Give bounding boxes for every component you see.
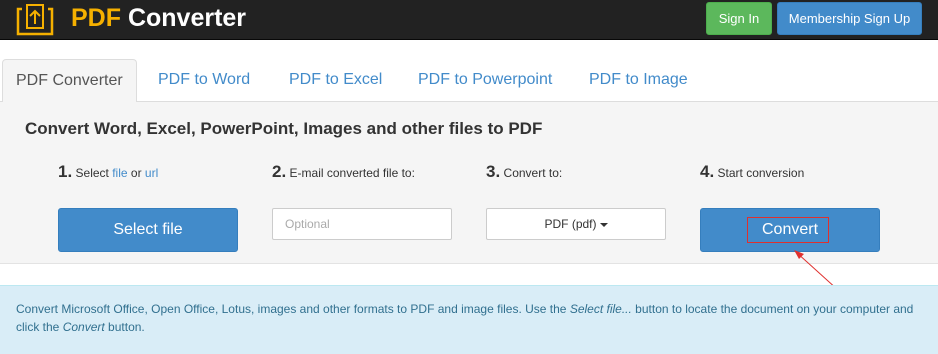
tab-pdf-to-word[interactable]: PDF to Word bbox=[158, 59, 250, 102]
brand-prefix: PDF bbox=[71, 4, 121, 32]
select-file-button[interactable]: Select file bbox=[58, 208, 238, 252]
select-url-link[interactable]: url bbox=[145, 166, 158, 180]
step-2-label: 2. E-mail converted file to: bbox=[272, 162, 415, 182]
email-field[interactable] bbox=[272, 208, 452, 240]
membership-sign-up-button[interactable]: Membership Sign Up bbox=[777, 2, 922, 35]
select-file-link[interactable]: file bbox=[112, 166, 127, 180]
tab-pdf-to-image[interactable]: PDF to Image bbox=[589, 59, 688, 102]
info-emphasis-convert: Convert bbox=[62, 320, 105, 334]
step-3-label: 3. Convert to: bbox=[486, 162, 562, 182]
convert-button[interactable]: Convert bbox=[700, 208, 880, 252]
format-selected-value: PDF (pdf) bbox=[544, 217, 597, 231]
converter-panel: Convert Word, Excel, PowerPoint, Images … bbox=[0, 102, 938, 264]
panel-title: Convert Word, Excel, PowerPoint, Images … bbox=[25, 119, 543, 138]
step-1-label: 1. Select file or url bbox=[58, 162, 158, 182]
step-text: Start conversion bbox=[717, 166, 805, 180]
step-text: E-mail converted file to: bbox=[289, 166, 415, 180]
info-text: button. bbox=[104, 320, 145, 334]
top-navbar: PDF Converter Sign In Membership Sign Up bbox=[0, 0, 938, 40]
converter-tabs: PDF Converter PDF to Word PDF to Excel P… bbox=[0, 59, 938, 103]
step-number: 2. bbox=[272, 162, 287, 181]
info-emphasis-select-file: Select file... bbox=[569, 302, 632, 316]
step-4-label: 4. Start conversion bbox=[700, 162, 804, 182]
step-number: 3. bbox=[486, 162, 501, 181]
step-text: Convert to: bbox=[503, 166, 563, 180]
tab-pdf-converter[interactable]: PDF Converter bbox=[2, 59, 137, 103]
info-alert: Convert Microsoft Office, Open Office, L… bbox=[0, 285, 938, 354]
step-text: Select bbox=[75, 166, 113, 180]
format-dropdown[interactable]: PDF (pdf) bbox=[486, 208, 666, 240]
brand-name[interactable]: PDF Converter bbox=[71, 3, 246, 33]
step-number: 4. bbox=[700, 162, 715, 181]
brand-suffix: Converter bbox=[121, 4, 247, 32]
tab-pdf-to-excel[interactable]: PDF to Excel bbox=[289, 59, 382, 102]
info-text: Convert Microsoft Office, Open Office, L… bbox=[16, 302, 570, 316]
step-text: or bbox=[127, 166, 145, 180]
tab-pdf-to-powerpoint[interactable]: PDF to Powerpoint bbox=[418, 59, 552, 102]
caret-down-icon bbox=[599, 222, 608, 227]
sign-in-button[interactable]: Sign In bbox=[706, 2, 772, 35]
pdf-document-upload-icon[interactable] bbox=[14, 3, 56, 37]
step-number: 1. bbox=[58, 162, 73, 181]
